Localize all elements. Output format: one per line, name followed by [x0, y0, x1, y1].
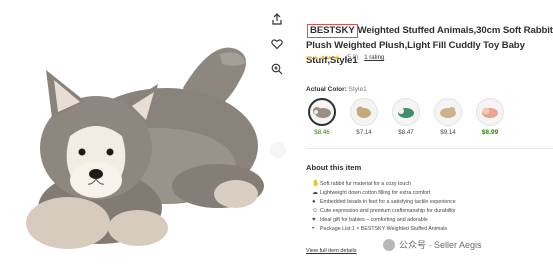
swatch-thumbnail	[476, 98, 504, 126]
swatch-style5[interactable]: $8.99	[474, 98, 506, 136]
swatch-style4[interactable]: $9.14	[432, 98, 464, 136]
brand-name[interactable]: BESTSKY	[307, 24, 358, 38]
watermark-text: 公众号 · Seller Aegis	[399, 240, 482, 250]
feature-text: Cute expression and premium craftsmanshi…	[320, 208, 456, 215]
heart-icon[interactable]	[266, 33, 288, 55]
swatch-style3[interactable]: $8.47	[390, 98, 422, 136]
feature-item: ● Embedded beads in feet for a satisfying…	[312, 198, 552, 207]
swatch-style2[interactable]: $7.14	[348, 98, 380, 136]
feature-list: ✋ Soft rabbit fur material for a cozy tou…	[312, 180, 552, 235]
rating-value: (5.0)	[345, 55, 359, 61]
view-full-details-link[interactable]: View full item details	[306, 248, 357, 254]
swatch-thumbnail	[308, 98, 336, 126]
feature-text: Package List:1 × BESTSKY Weighted Stuffe…	[320, 226, 448, 233]
feature-text: Embedded beads in feet for a satisfying …	[320, 199, 456, 206]
smile-icon: ☺	[312, 208, 319, 215]
feature-text: Ideal gift for babies – comforting and a…	[320, 217, 428, 224]
rating-count-link[interactable]: 1 rating	[364, 55, 384, 61]
color-swatches: $8.46 $7.14 $8.47 $9.14 $8.99	[306, 98, 506, 136]
bullet-icon: •	[312, 226, 315, 233]
product-image[interactable]	[8, 18, 270, 268]
color-label-text: Actual Color:	[306, 86, 347, 93]
color-value: Style1	[348, 86, 367, 93]
rating-row: ★★★★★ (5.0) 1 rating	[306, 54, 384, 62]
feature-item: ♥ Ideal gift for babies – comforting and …	[312, 216, 552, 225]
rating-stars: ★★★★★	[306, 55, 340, 62]
swatch-price: $9.14	[440, 129, 456, 136]
feature-item: ✋ Soft rabbit fur material for a cozy tou…	[312, 180, 552, 189]
swatch-thumbnail	[350, 98, 378, 126]
bead-icon: ●	[312, 199, 316, 206]
image-action-toolbar	[266, 8, 292, 83]
swatch-price: $8.46	[314, 129, 330, 136]
watermark: 公众号 · Seller Aegis	[383, 238, 482, 251]
feature-text: Lightweight down cotton filling for extr…	[320, 190, 431, 197]
gift-icon: ♥	[312, 217, 316, 224]
product-info-panel: BESTSKY Weighted Stuffed Animals,30cm Sof…	[306, 0, 553, 271]
carousel-dot[interactable]	[270, 142, 286, 158]
swatch-price: $8.47	[398, 129, 414, 136]
swatch-thumbnail	[392, 98, 420, 126]
product-image-panel	[0, 0, 296, 271]
swatch-price: $8.99	[481, 129, 499, 136]
swatch-thumbnail	[434, 98, 462, 126]
about-title: About this item	[306, 163, 362, 172]
zoom-in-icon[interactable]	[266, 58, 288, 80]
share-icon[interactable]	[266, 8, 288, 30]
cloud-icon: ☁	[312, 190, 318, 197]
section-divider	[306, 148, 553, 149]
wechat-icon	[383, 238, 395, 251]
feature-text: Soft rabbit fur material for a cozy touc…	[320, 181, 411, 187]
feature-item: • Package List:1 × BESTSKY Weighted Stuff…	[312, 225, 552, 234]
feature-item: ☺ Cute expression and premium craftsmansh…	[312, 207, 552, 216]
swatch-style1[interactable]: $8.46	[306, 98, 338, 136]
swatch-price: $7.14	[356, 129, 372, 136]
hand-icon: ✋	[312, 181, 320, 187]
feature-item: ☁ Lightweight down cotton filling for ext…	[312, 189, 552, 198]
color-label: Actual Color: Style1	[306, 86, 367, 93]
